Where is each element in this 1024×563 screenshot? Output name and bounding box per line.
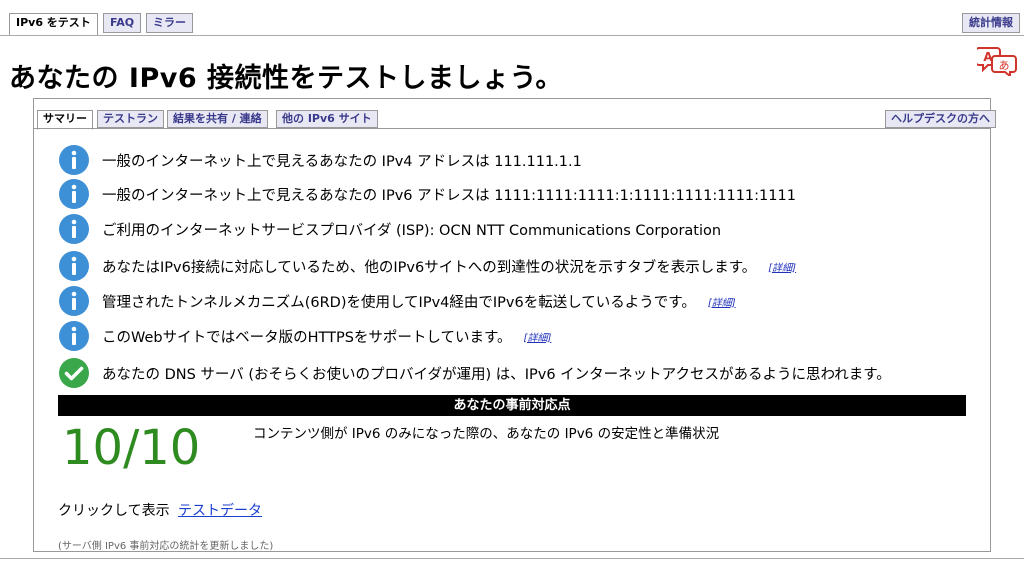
info-icon [59, 286, 89, 316]
tab-ipv6-test[interactable]: IPv6 をテスト [9, 13, 98, 36]
click-label: クリックして表示 [58, 503, 170, 519]
details-link[interactable]: [詳細] [768, 259, 796, 274]
result-row: あなたはIPv6接続に対応しているため、他のIPv6サイトへの到達性の状況を示す… [58, 250, 796, 282]
tab-faq[interactable]: FAQ [103, 13, 142, 33]
result-row: 一般のインターネット上で見えるあなたの IPv6 アドレスは 1111:1111… [58, 178, 796, 210]
result-text: 一般のインターネット上で見えるあなたの IPv4 アドレスは 111.111.1… [102, 153, 582, 170]
test-data-link[interactable]: テストデータ [178, 503, 262, 519]
page-title: あなたの IPv6 接続性をテストしましょう。 [9, 63, 563, 94]
top-nav: IPv6 をテスト FAQ ミラー 統計情報 [0, 0, 1024, 36]
tab-stats[interactable]: 統計情報 [962, 13, 1020, 33]
translate-glyph-b: あ [999, 59, 1010, 72]
subtab-other-sites[interactable]: 他の IPv6 サイト [276, 110, 378, 128]
result-row: あなたの DNS サーバ (おそらくお使いのプロバイダが運用) は、IPv6 イ… [58, 357, 891, 389]
tab-mirror[interactable]: ミラー [146, 13, 193, 33]
score-value: 10/10 [62, 420, 201, 476]
subtab-test-run[interactable]: テストラン [97, 110, 164, 128]
check-icon [59, 358, 89, 388]
result-row: このWebサイトではベータ版のHTTPSをサポートしています。 [詳細] [58, 320, 551, 352]
result-row: 一般のインターネット上で見えるあなたの IPv4 アドレスは 111.111.1… [58, 144, 582, 176]
bottom-divider [0, 558, 1024, 559]
stats-note: (サーバ側 IPv6 事前対応の統計を更新しました) [58, 541, 274, 552]
test-data-row: クリックして表示 テストデータ [58, 500, 262, 520]
subtab-divider [33, 128, 991, 129]
info-icon [59, 251, 89, 281]
nav-divider [0, 35, 1024, 36]
details-link[interactable]: [詳細] [524, 329, 552, 344]
info-icon [59, 145, 89, 175]
result-text: 管理されたトンネルメカニズム(6RD)を使用してIPv4経由でIPv6を転送して… [102, 294, 696, 311]
result-text: あなたの DNS サーバ (おそらくお使いのプロバイダが運用) は、IPv6 イ… [102, 366, 891, 383]
details-link[interactable]: [詳細] [708, 294, 736, 309]
subtab-summary[interactable]: サマリー [37, 110, 93, 130]
result-row: 管理されたトンネルメカニズム(6RD)を使用してIPv4経由でIPv6を転送して… [58, 285, 736, 317]
info-icon [59, 214, 89, 244]
info-icon [59, 179, 89, 209]
translate-icon[interactable]: A あ [977, 46, 1017, 76]
result-text: このWebサイトではベータ版のHTTPSをサポートしています。 [102, 329, 512, 346]
result-row: ご利用のインターネットサービスプロバイダ (ISP): OCN NTT Comm… [58, 213, 721, 245]
result-text: 一般のインターネット上で見えるあなたの IPv6 アドレスは 1111:1111… [102, 187, 796, 204]
score-header: あなたの事前対応点 [58, 395, 966, 416]
info-icon [59, 321, 89, 351]
result-text: ご利用のインターネットサービスプロバイダ (ISP): OCN NTT Comm… [102, 222, 722, 239]
subtab-share-contact[interactable]: 結果を共有 / 連絡 [167, 110, 268, 128]
result-text: あなたはIPv6接続に対応しているため、他のIPv6サイトへの到達性の状況を示す… [102, 259, 757, 276]
score-description: コンテンツ側が IPv6 のみになった際の、あなたの IPv6 の安定性と準備状… [253, 426, 720, 442]
subtab-helpdesk[interactable]: ヘルプデスクの方へ [885, 110, 996, 128]
